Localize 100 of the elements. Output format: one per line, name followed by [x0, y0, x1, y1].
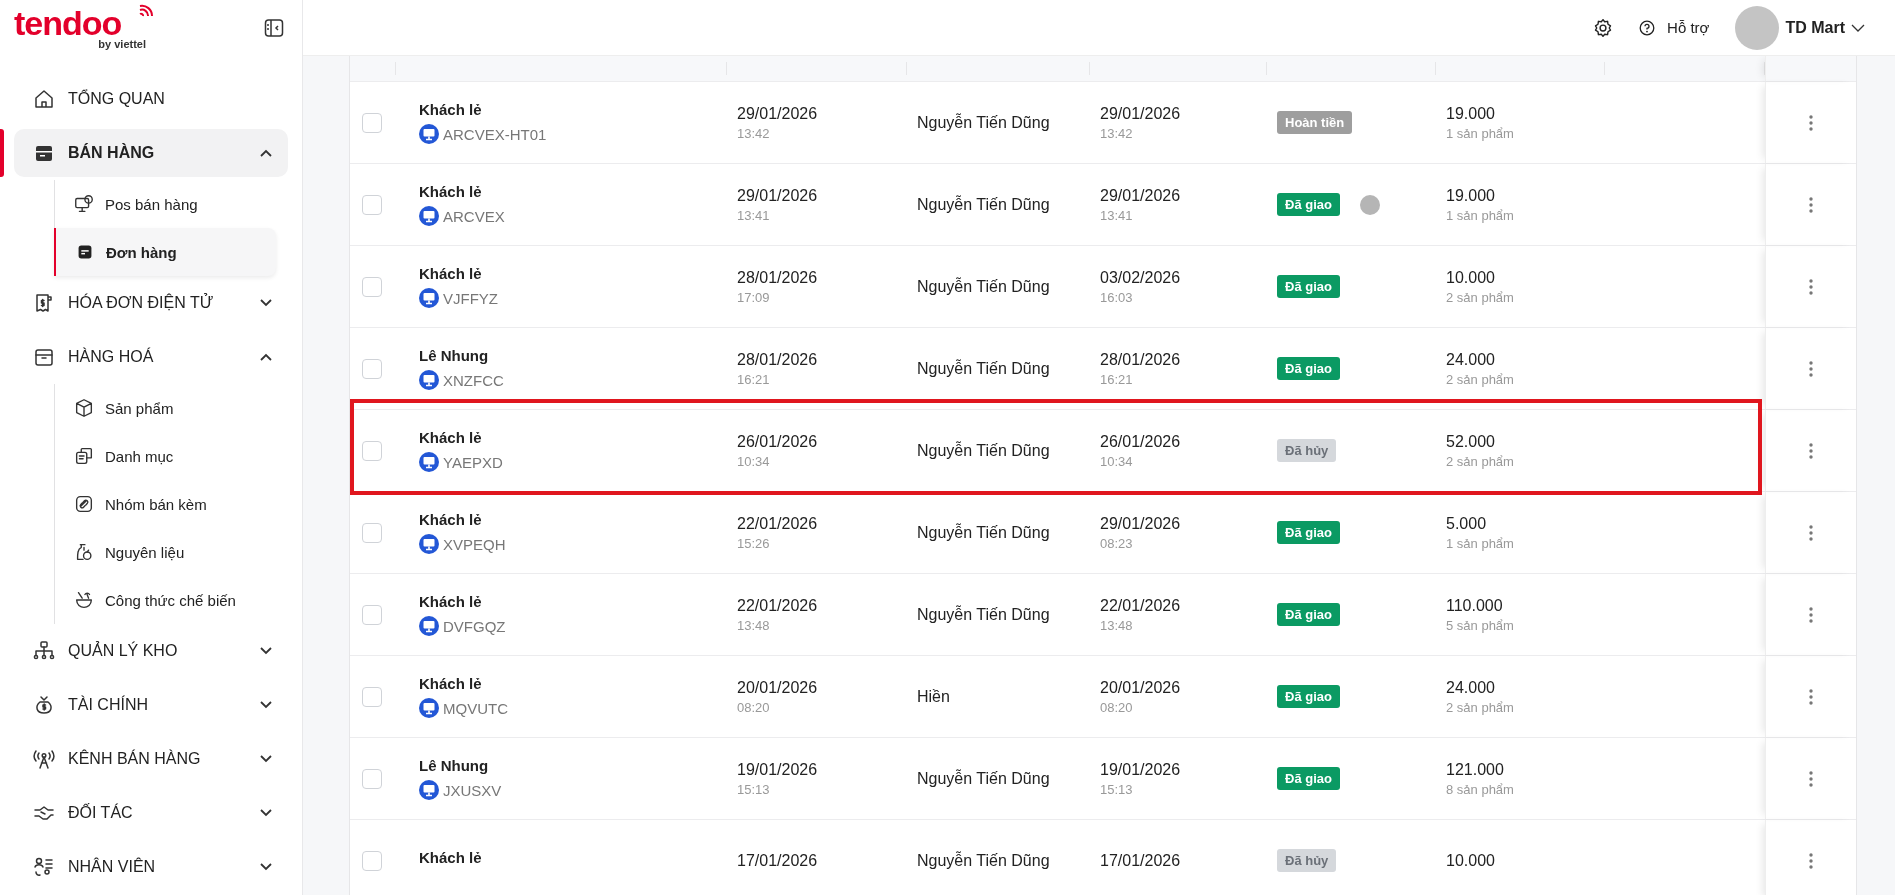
sidebar-item[interactable]: NHÂN VIÊN — [14, 840, 288, 894]
sidebar-item[interactable]: QUẢN LÝ KHO — [14, 624, 288, 678]
time-text: 16:21 — [1100, 371, 1134, 387]
collapse-sidebar-button[interactable] — [264, 18, 284, 38]
sidebar-subitem[interactable]: Nguyên liệu — [55, 528, 276, 576]
row-checkbox[interactable] — [362, 112, 382, 133]
status-tag: Đã giao — [1277, 767, 1340, 790]
time-text: 08:23 — [1100, 535, 1134, 551]
vertical-dots-icon — [1809, 360, 1813, 377]
row-checkbox[interactable] — [362, 604, 382, 625]
time-text: 15:26 — [737, 535, 771, 551]
customer-name: Lê Nhung — [419, 347, 490, 364]
date-text: 22/01/2026 — [737, 596, 819, 615]
sidebar-subitem[interactable]: Danh mục — [55, 432, 276, 480]
order-code[interactable]: JXUSXV — [443, 781, 502, 799]
sidebar-subitem[interactable]: Pos bán hàng — [55, 180, 276, 228]
sidebar-item[interactable]: TỔNG QUAN — [14, 72, 288, 126]
row-checkbox[interactable] — [362, 194, 382, 215]
order-code[interactable]: VJFFYZ — [443, 289, 498, 307]
row-checkbox[interactable] — [362, 358, 382, 379]
help-icon — [1639, 19, 1656, 36]
row-checkbox[interactable] — [362, 276, 382, 297]
sidebar-item[interactable]: KÊNH BÁN HÀNG — [14, 732, 288, 786]
date-text: 29/01/2026 — [737, 104, 819, 123]
item-count: 2 sản phẩm — [1446, 699, 1515, 715]
help-link[interactable]: Hỗ trợ — [1639, 19, 1710, 36]
date-text: 29/01/2026 — [1100, 186, 1182, 205]
total-amount: 5.000 — [1446, 514, 1488, 533]
sidebar-item[interactable]: HÀNG HOÁ — [14, 330, 288, 384]
monitor-icon — [419, 124, 439, 144]
sidebar-subitem[interactable]: Nhóm bán kèm — [55, 480, 276, 528]
time-text: 13:41 — [1100, 207, 1134, 223]
order-code[interactable]: MQVUTC — [443, 699, 508, 717]
order-code[interactable]: DVFGQZ — [443, 617, 506, 635]
status-tag: Đã hủy — [1277, 439, 1337, 462]
creator-name: Nguyễn Tiến Dũng — [917, 359, 1051, 378]
date-text: 29/01/2026 — [1100, 104, 1182, 123]
sidebar-item[interactable]: ĐỐI TÁC — [14, 786, 288, 840]
time-text: 13:42 — [737, 125, 771, 141]
total-amount: 110.000 — [1446, 596, 1504, 615]
time-text: 13:41 — [737, 207, 771, 223]
order-code[interactable]: YAEPXD — [443, 453, 503, 471]
customer-name: Khách lẻ — [419, 183, 483, 200]
row-checkbox[interactable] — [362, 768, 382, 789]
sidebar-subitem[interactable]: Sản phẩm — [55, 384, 276, 432]
time-text: 08:20 — [737, 699, 771, 715]
status-tag: Đã giao — [1277, 603, 1340, 626]
time-text: 10:34 — [1100, 453, 1134, 469]
row-checkbox[interactable] — [362, 850, 382, 871]
settings-button[interactable] — [1593, 17, 1614, 38]
copy-icon — [73, 445, 95, 467]
monitor-icon — [419, 616, 439, 636]
creator-name: Nguyễn Tiến Dũng — [917, 605, 1051, 624]
time-text: 13:42 — [1100, 125, 1134, 141]
status-tag: Hoàn tiền — [1277, 111, 1353, 134]
item-count: 1 sản phẩm — [1446, 207, 1515, 223]
date-text: 22/01/2026 — [1100, 596, 1182, 615]
creator-name: Nguyễn Tiến Dũng — [917, 769, 1051, 788]
date-text: 20/01/2026 — [737, 678, 819, 697]
date-text: 28/01/2026 — [737, 268, 819, 287]
item-count: 2 sản phẩm — [1446, 453, 1515, 469]
order-code[interactable]: ARCVEX-HT01 — [443, 125, 547, 143]
monitor-icon — [419, 698, 439, 718]
order-code[interactable]: ARCVEX — [443, 207, 505, 225]
user-menu[interactable]: TD Mart — [1735, 5, 1865, 50]
row-checkbox[interactable] — [362, 440, 382, 461]
total-amount: 10.000 — [1446, 851, 1496, 870]
vertical-dots-icon — [1809, 852, 1813, 869]
order-code[interactable]: XVPEQH — [443, 535, 506, 553]
sidebar-item[interactable]: TÀI CHÍNH — [14, 678, 288, 732]
time-text: 16:03 — [1100, 289, 1134, 305]
date-text: 03/02/2026 — [1100, 268, 1182, 287]
sidebar-subitem[interactable]: Đơn hàng — [54, 228, 276, 276]
vertical-dots-icon — [1809, 278, 1813, 295]
total-amount: 19.000 — [1446, 104, 1496, 123]
time-text: 13:48 — [1100, 617, 1134, 633]
sidebar-item[interactable]: HÓA ĐƠN ĐIỆN TỬ — [14, 276, 288, 330]
time-text: 10:34 — [737, 453, 771, 469]
total-amount: 24.000 — [1446, 350, 1496, 369]
sidebar-subitem[interactable]: Công thức chế biến — [55, 576, 276, 624]
vertical-dots-icon — [1809, 442, 1813, 459]
order-code[interactable]: XNZFCC — [443, 371, 504, 389]
creator-name: Nguyễn Tiến Dũng — [917, 277, 1051, 296]
vertical-dots-icon — [1809, 524, 1813, 541]
monitor-icon — [73, 193, 95, 215]
creator-name: Nguyễn Tiến Dũng — [917, 851, 1051, 870]
date-text: 28/01/2026 — [737, 350, 819, 369]
monitor-icon — [419, 780, 439, 800]
monitor-icon — [419, 452, 439, 472]
antenna-icon — [32, 747, 56, 771]
time-text: 15:13 — [737, 781, 771, 797]
item-count: 1 sản phẩm — [1446, 535, 1515, 551]
time-text: 16:21 — [737, 371, 771, 387]
customer-name: Khách lẻ — [419, 265, 483, 282]
cube-icon — [73, 397, 95, 419]
total-amount: 10.000 — [1446, 268, 1496, 287]
date-text: 26/01/2026 — [1100, 432, 1182, 451]
time-text: 13:48 — [737, 617, 771, 633]
row-checkbox[interactable] — [362, 522, 382, 543]
row-checkbox[interactable] — [362, 686, 382, 707]
